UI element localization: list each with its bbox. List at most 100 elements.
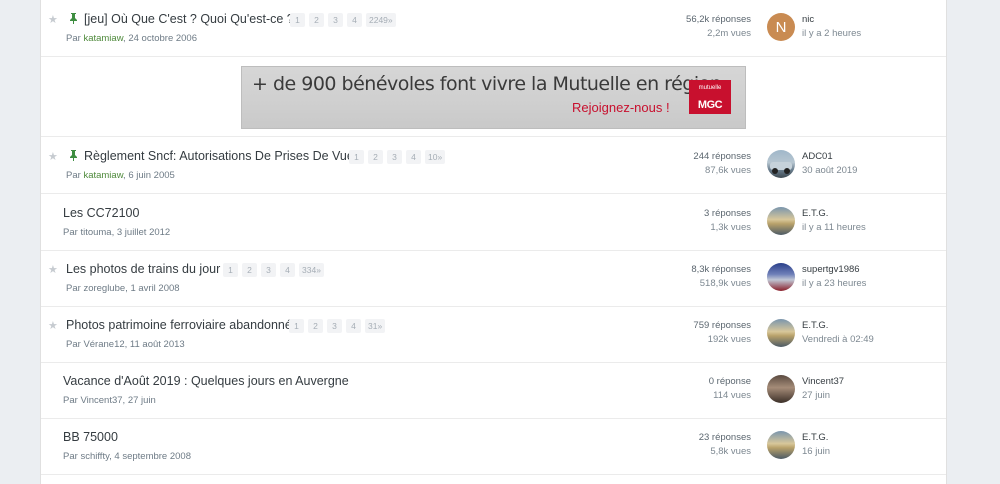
ad-row: + de 900 bénévoles font vivre la Mutuell… (41, 57, 946, 137)
avatar[interactable] (767, 263, 795, 291)
topic-title[interactable]: Les CC72100 (63, 206, 139, 220)
author-link[interactable]: Vincent37 (80, 395, 122, 406)
topic-row: ★ Les photos de trains du jour 1 2 3 4 3… (41, 250, 946, 307)
view-count: 5,8k vues (710, 446, 751, 457)
topic-title[interactable]: BB 75000 (63, 430, 118, 444)
topic-title[interactable]: Vacance d'Août 2019 : Quelques jours en … (63, 374, 349, 388)
by-label: Par (66, 170, 81, 181)
topic-title[interactable]: Règlement Sncf: Autorisations De Prises … (84, 149, 360, 163)
topic-row: ★ Photos patrimoine ferroviaire abandonn… (41, 306, 946, 363)
by-label: Par (63, 451, 78, 462)
page-link[interactable]: 2 (242, 263, 257, 277)
reply-count: 759 réponses (693, 320, 751, 331)
page-link[interactable]: 4 (347, 13, 362, 27)
reply-count: 23 réponses (698, 432, 751, 443)
last-user[interactable]: nic (802, 13, 861, 27)
last-post: Vincent37 27 juin (802, 375, 844, 403)
reply-count: 244 réponses (693, 151, 751, 162)
last-user[interactable]: Vincent37 (802, 375, 844, 389)
topic-row: ★ Règlement Sncf: Autorisations De Prise… (41, 137, 946, 194)
page-link[interactable]: 2 (368, 150, 383, 164)
avatar[interactable] (767, 207, 795, 235)
last-user[interactable]: E.T.G. (802, 207, 866, 221)
author-link[interactable]: titouma (80, 227, 111, 238)
last-user[interactable]: E.T.G. (802, 319, 874, 333)
topic-stats: 244 réponses 87,6k vues (693, 150, 751, 178)
topic-title[interactable]: [jeu] Où Que C'est ? Quoi Qu'est-ce ? (84, 12, 294, 26)
car-icon (770, 162, 792, 174)
page-link[interactable]: 4 (406, 150, 421, 164)
page-link[interactable]: 1 (289, 319, 304, 333)
star-icon[interactable]: ★ (48, 13, 58, 26)
topic-row: Les CC72100 Par titouma, 3 juillet 2012 … (41, 194, 946, 251)
more-icon: » (377, 321, 383, 331)
topic-date: 24 octobre 2006 (128, 33, 197, 44)
last-time[interactable]: 30 août 2019 (802, 164, 857, 178)
avatar[interactable] (767, 431, 795, 459)
page-link[interactable]: 2 (308, 319, 323, 333)
last-time[interactable]: il y a 2 heures (802, 27, 861, 41)
pagination: 1 2 3 4 2249» (290, 13, 396, 27)
author-link[interactable]: Vérane12 (83, 339, 124, 350)
star-icon[interactable]: ★ (48, 263, 58, 276)
mgc-logo: mutuelle MGC (689, 80, 731, 114)
page-link[interactable]: 3 (261, 263, 276, 277)
pagination: 1 2 3 4 31» (289, 319, 386, 333)
logo-small-text: mutuelle (698, 85, 722, 91)
last-time[interactable]: Vendredi à 02:49 (802, 333, 874, 347)
reply-count: 0 réponse (708, 376, 751, 387)
author-link[interactable]: katamiaw (83, 33, 123, 44)
last-user[interactable]: supertgv1986 (802, 263, 866, 277)
page-link[interactable]: 3 (387, 150, 402, 164)
avatar[interactable]: N (767, 13, 795, 41)
avatar[interactable] (767, 150, 795, 178)
last-time[interactable]: il y a 23 heures (802, 277, 866, 291)
pin-icon (70, 13, 77, 24)
star-icon[interactable]: ★ (48, 319, 58, 332)
page-link[interactable]: 3 (328, 13, 343, 27)
page-link[interactable]: 1 (349, 150, 364, 164)
topic-row: ★ [jeu] Où Que C'est ? Quoi Qu'est-ce ? … (41, 0, 946, 57)
author-link[interactable]: schiffty (80, 451, 109, 462)
page-link-last[interactable]: 2249» (366, 13, 396, 27)
star-icon[interactable]: ★ (48, 150, 58, 163)
topic-date: 6 juin 2005 (128, 170, 175, 181)
page-link[interactable]: 4 (346, 319, 361, 333)
last-user[interactable]: ADC01 (802, 150, 857, 164)
topic-stats: 8,3k réponses 518,9k vues (691, 263, 751, 291)
topic-title[interactable]: Photos patrimoine ferroviaire abandonné (66, 318, 292, 332)
last-time[interactable]: 16 juin (802, 445, 830, 459)
last-post: ADC01 30 août 2019 (802, 150, 857, 178)
page-link-last[interactable]: 10» (425, 150, 446, 164)
page-link[interactable]: 4 (280, 263, 295, 277)
page-link-last[interactable]: 334» (299, 263, 324, 277)
topic-date: 1 avril 2008 (130, 283, 180, 294)
ad-banner[interactable]: + de 900 bénévoles font vivre la Mutuell… (241, 66, 746, 129)
last-post: supertgv1986 il y a 23 heures (802, 263, 866, 291)
topic-row: Vacance d'Août 2019 : Quelques jours en … (41, 362, 946, 419)
last-time[interactable]: 27 juin (802, 389, 844, 403)
avatar[interactable] (767, 319, 795, 347)
view-count: 1,3k vues (710, 222, 751, 233)
last-user[interactable]: E.T.G. (802, 431, 830, 445)
avatar[interactable] (767, 375, 795, 403)
topic-stats: 759 réponses 192k vues (693, 319, 751, 347)
pagination: 1 2 3 4 10» (349, 150, 446, 164)
more-icon: » (316, 265, 321, 275)
topic-meta: Par titouma, 3 juillet 2012 (63, 227, 171, 238)
pagination: 1 2 3 4 334» (223, 263, 324, 277)
author-link[interactable]: katamiaw (83, 170, 123, 181)
last-post: E.T.G. Vendredi à 02:49 (802, 319, 874, 347)
topic-date: 11 août 2013 (129, 339, 185, 350)
page-link[interactable]: 2 (309, 13, 324, 27)
last-time[interactable]: il y a 11 heures (802, 221, 866, 235)
page-link[interactable]: 1 (223, 263, 238, 277)
topic-title[interactable]: Les photos de trains du jour (66, 262, 220, 276)
last-post: E.T.G. 16 juin (802, 431, 830, 459)
page-link-last[interactable]: 31» (365, 319, 386, 333)
topic-meta: Par katamiaw, 24 octobre 2006 (66, 33, 197, 44)
page-link[interactable]: 1 (290, 13, 305, 27)
page-link[interactable]: 3 (327, 319, 342, 333)
view-count: 518,9k vues (699, 278, 751, 289)
author-link[interactable]: zoreglube (83, 283, 125, 294)
